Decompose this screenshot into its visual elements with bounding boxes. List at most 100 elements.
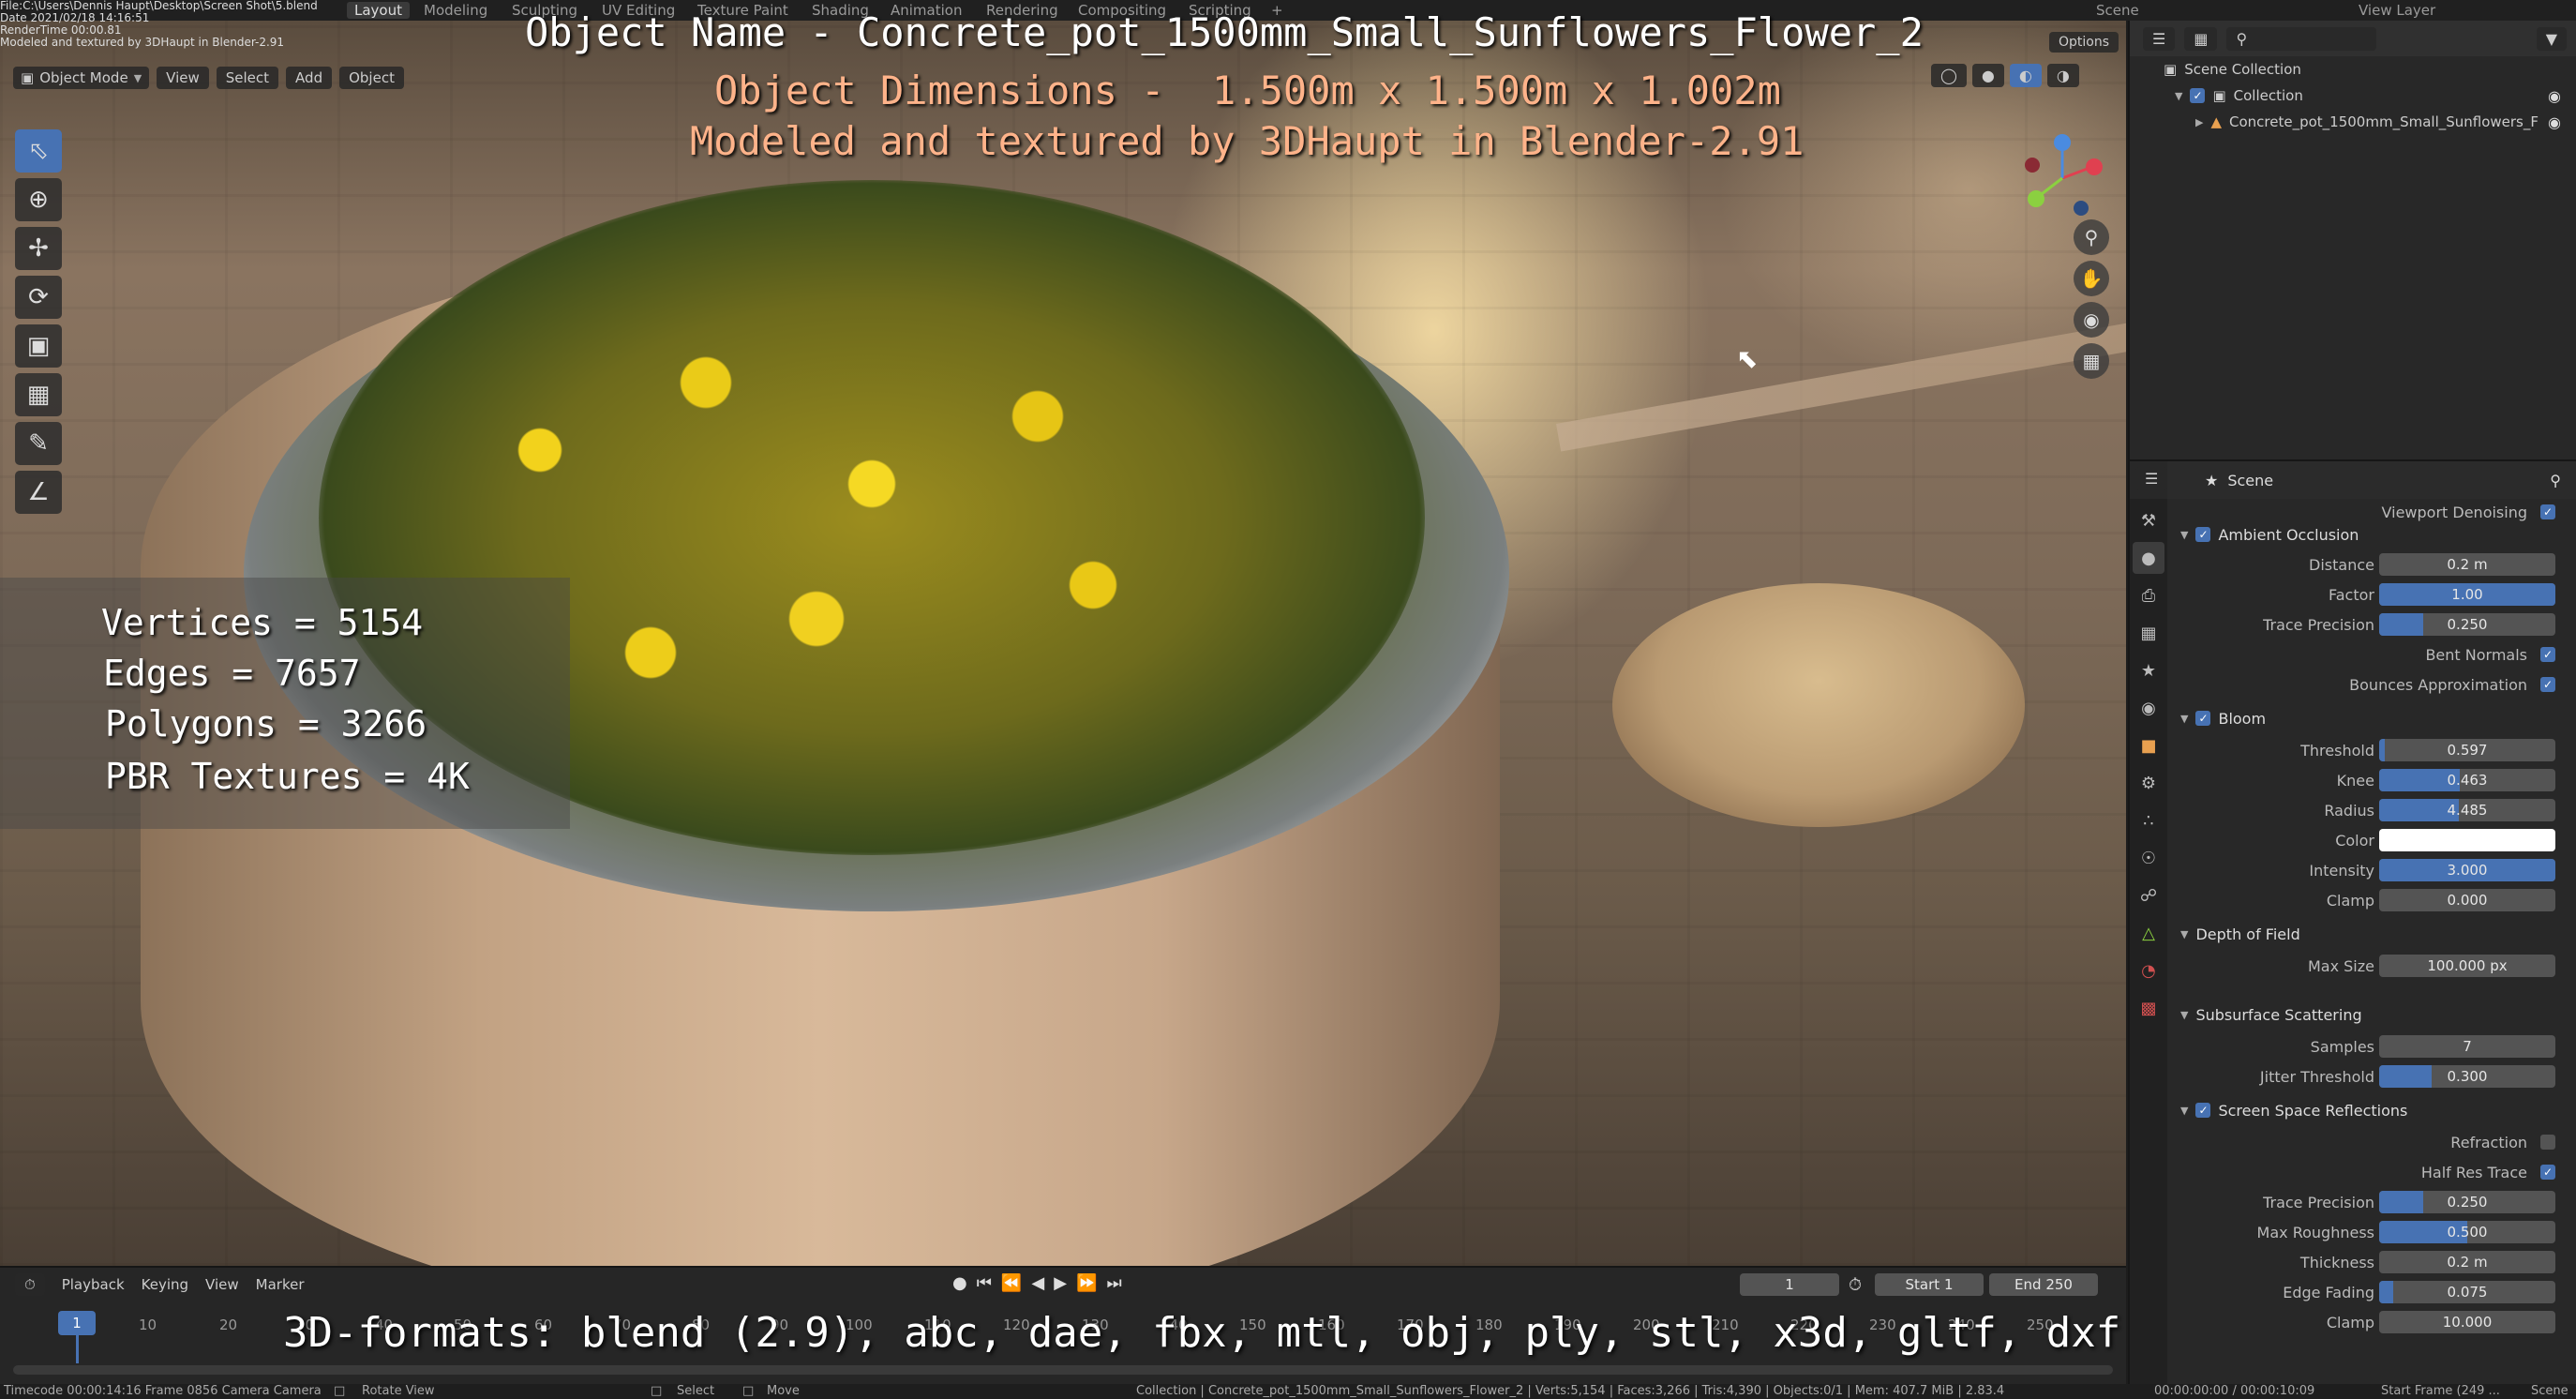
zoom-icon[interactable]: ⚲ — [2074, 219, 2109, 255]
viewport-denoising-checkbox[interactable]: ✓ — [2540, 504, 2555, 519]
timeline-view-menu[interactable]: View — [205, 1276, 239, 1293]
add-menu[interactable]: Add — [286, 67, 333, 89]
playback-menu[interactable]: Playback — [62, 1276, 125, 1293]
current-frame-field[interactable]: 1 — [1740, 1273, 1839, 1296]
select-menu[interactable]: Select — [216, 67, 279, 89]
stopwatch-icon[interactable]: ⏱ — [1849, 1275, 1862, 1295]
ssr-edge-fading-slider[interactable]: 0.075 — [2379, 1281, 2555, 1303]
ssr-max-roughness-slider[interactable]: 0.500 — [2379, 1221, 2555, 1243]
object-mode-dropdown[interactable]: ▣ Object Mode ▼ — [13, 67, 150, 89]
display-mode-icon[interactable]: ▦ — [2184, 26, 2218, 51]
bounces-checkbox[interactable]: ✓ — [2540, 677, 2555, 692]
scale-icon[interactable]: ▣ — [15, 324, 62, 368]
eye-icon[interactable]: ◉ — [2548, 87, 2561, 105]
texture-tab-icon[interactable]: ▩ — [2133, 992, 2164, 1024]
cursor-icon[interactable]: ⊕ — [15, 178, 62, 221]
properties-editor-type-icon[interactable]: ☰ — [2135, 467, 2168, 490]
bloom-threshold-slider[interactable]: 0.597 — [2379, 739, 2555, 761]
scene-label[interactable]: Scene — [2096, 2, 2139, 19]
move-icon[interactable]: ✢ — [15, 227, 62, 270]
outliner-search-input[interactable]: ⚲ — [2226, 26, 2377, 51]
physics-tab-icon[interactable]: ☉ — [2133, 842, 2164, 874]
annotate-icon[interactable]: ✎ — [15, 422, 62, 465]
bloom-clamp-field[interactable]: 0.000 — [2379, 889, 2555, 911]
axis-gizmo-icon[interactable] — [2015, 131, 2109, 225]
render-tab-icon[interactable]: ● — [2133, 542, 2164, 574]
world-tab-icon[interactable]: ◉ — [2133, 692, 2164, 724]
outliner-scene-collection[interactable]: ▣ Scene Collection — [2130, 56, 2576, 83]
current-frame-indicator[interactable]: 1 — [58, 1311, 96, 1335]
bloom-radius-slider[interactable]: 4.485 — [2379, 799, 2555, 821]
section-ambient-occlusion[interactable]: ▼ ✓ Ambient Occlusion — [2167, 519, 2576, 549]
ao-factor-slider[interactable]: 1.00 — [2379, 583, 2555, 606]
object-tab-icon[interactable]: ■ — [2133, 730, 2164, 761]
play-icon[interactable]: ▶ — [1054, 1273, 1067, 1293]
material-tab-icon[interactable]: ◔ — [2133, 955, 2164, 986]
section-screen-space-reflections[interactable]: ▼ ✓ Screen Space Reflections — [2167, 1095, 2576, 1125]
keying-menu[interactable]: Keying — [142, 1276, 188, 1293]
collection-checkbox[interactable]: ✓ — [2190, 88, 2206, 103]
start-frame-field[interactable]: Start 1 — [1875, 1273, 1984, 1296]
camera-view-icon[interactable]: ◉ — [2074, 302, 2109, 338]
section-depth-of-field[interactable]: ▼ Depth of Field — [2167, 919, 2576, 949]
3d-viewport[interactable]: ▣ Object Mode ▼ View Select Add Object O… — [0, 21, 2126, 1266]
jump-end-icon[interactable]: ⏭ — [1106, 1273, 1121, 1293]
bent-normals-checkbox[interactable]: ✓ — [2540, 647, 2555, 662]
timeline-editor-type-icon[interactable]: ⏱ — [15, 1273, 45, 1296]
sss-samples-field[interactable]: 7 — [2379, 1035, 2555, 1058]
play-reverse-icon[interactable]: ◀ — [1031, 1273, 1044, 1293]
eye-icon[interactable]: ◉ — [2548, 113, 2561, 131]
next-keyframe-icon[interactable]: ⏩ — [1076, 1273, 1097, 1293]
workspace-tab-modeling[interactable]: Modeling — [424, 2, 487, 19]
filter-icon[interactable]: ▼ — [2536, 26, 2567, 51]
collapse-arrow-icon[interactable]: ▶ — [2195, 116, 2203, 128]
expand-arrow-icon[interactable]: ▼ — [2175, 90, 2182, 102]
select-box-icon[interactable]: ⬁ — [15, 129, 62, 173]
bloom-intensity-slider[interactable]: 3.000 — [2379, 859, 2555, 881]
ao-enable-checkbox[interactable]: ✓ — [2195, 527, 2211, 542]
editor-type-icon[interactable]: ☰ — [2143, 26, 2176, 51]
ssr-trace-precision-slider[interactable]: 0.250 — [2379, 1191, 2555, 1213]
timeline-scrollbar[interactable] — [13, 1365, 2113, 1375]
end-frame-field[interactable]: End 250 — [1989, 1273, 2098, 1296]
tool-tab-icon[interactable]: ⚒ — [2133, 504, 2164, 536]
wireframe-shading-icon[interactable]: ◯ — [1931, 64, 1967, 87]
prev-keyframe-icon[interactable]: ⏪ — [1001, 1273, 1022, 1293]
ssr-half-res-checkbox[interactable]: ✓ — [2540, 1165, 2555, 1180]
options-dropdown[interactable]: Options — [2049, 32, 2119, 53]
constraints-tab-icon[interactable]: ☍ — [2133, 880, 2164, 911]
navigation-gizmo[interactable] — [2015, 131, 2109, 225]
ssr-thickness-field[interactable]: 0.2 m — [2379, 1251, 2555, 1273]
bloom-knee-slider[interactable]: 0.463 — [2379, 769, 2555, 791]
material-shading-icon[interactable]: ◐ — [2009, 64, 2042, 87]
bloom-color-swatch[interactable] — [2379, 829, 2555, 851]
section-bloom[interactable]: ▼ ✓ Bloom — [2167, 703, 2576, 733]
transform-icon[interactable]: ▦ — [15, 373, 62, 416]
ssr-clamp-field[interactable]: 10.000 — [2379, 1311, 2555, 1333]
workspace-tab-layout[interactable]: Layout — [347, 2, 410, 19]
section-subsurface-scattering[interactable]: ▼ Subsurface Scattering — [2167, 1000, 2576, 1030]
scene-tab-icon[interactable]: ★ — [2133, 654, 2164, 686]
rotate-icon[interactable]: ⟳ — [15, 276, 62, 319]
ao-distance-field[interactable]: 0.2 m — [2379, 553, 2555, 576]
solid-shading-icon[interactable]: ● — [1971, 64, 2004, 87]
outliner-object[interactable]: ▶ ▲ Concrete_pot_1500mm_Small_Sunflowers… — [2130, 109, 2576, 135]
sss-jitter-slider[interactable]: 0.300 — [2379, 1065, 2555, 1088]
modifier-tab-icon[interactable]: ⚙ — [2133, 767, 2164, 799]
bloom-enable-checkbox[interactable]: ✓ — [2195, 711, 2211, 726]
pan-hand-icon[interactable]: ✋ — [2074, 261, 2109, 296]
ao-trace-precision-slider[interactable]: 0.250 — [2379, 613, 2555, 636]
data-tab-icon[interactable]: △ — [2133, 917, 2164, 949]
view-menu[interactable]: View — [157, 67, 209, 89]
ssr-refraction-checkbox[interactable] — [2540, 1135, 2555, 1150]
rendered-shading-icon[interactable]: ◑ — [2046, 64, 2079, 87]
jump-start-icon[interactable]: ⏮ — [977, 1273, 992, 1293]
record-icon[interactable]: ● — [952, 1273, 967, 1293]
particles-tab-icon[interactable]: ∴ — [2133, 805, 2164, 836]
perspective-grid-icon[interactable]: ▦ — [2074, 343, 2109, 379]
ssr-enable-checkbox[interactable]: ✓ — [2195, 1103, 2211, 1118]
outliner-collection[interactable]: ▼ ✓ ▣ Collection ◉ — [2130, 83, 2576, 109]
measure-icon[interactable]: ∠ — [15, 471, 62, 514]
object-menu[interactable]: Object — [339, 67, 404, 89]
marker-menu[interactable]: Marker — [256, 1276, 305, 1293]
